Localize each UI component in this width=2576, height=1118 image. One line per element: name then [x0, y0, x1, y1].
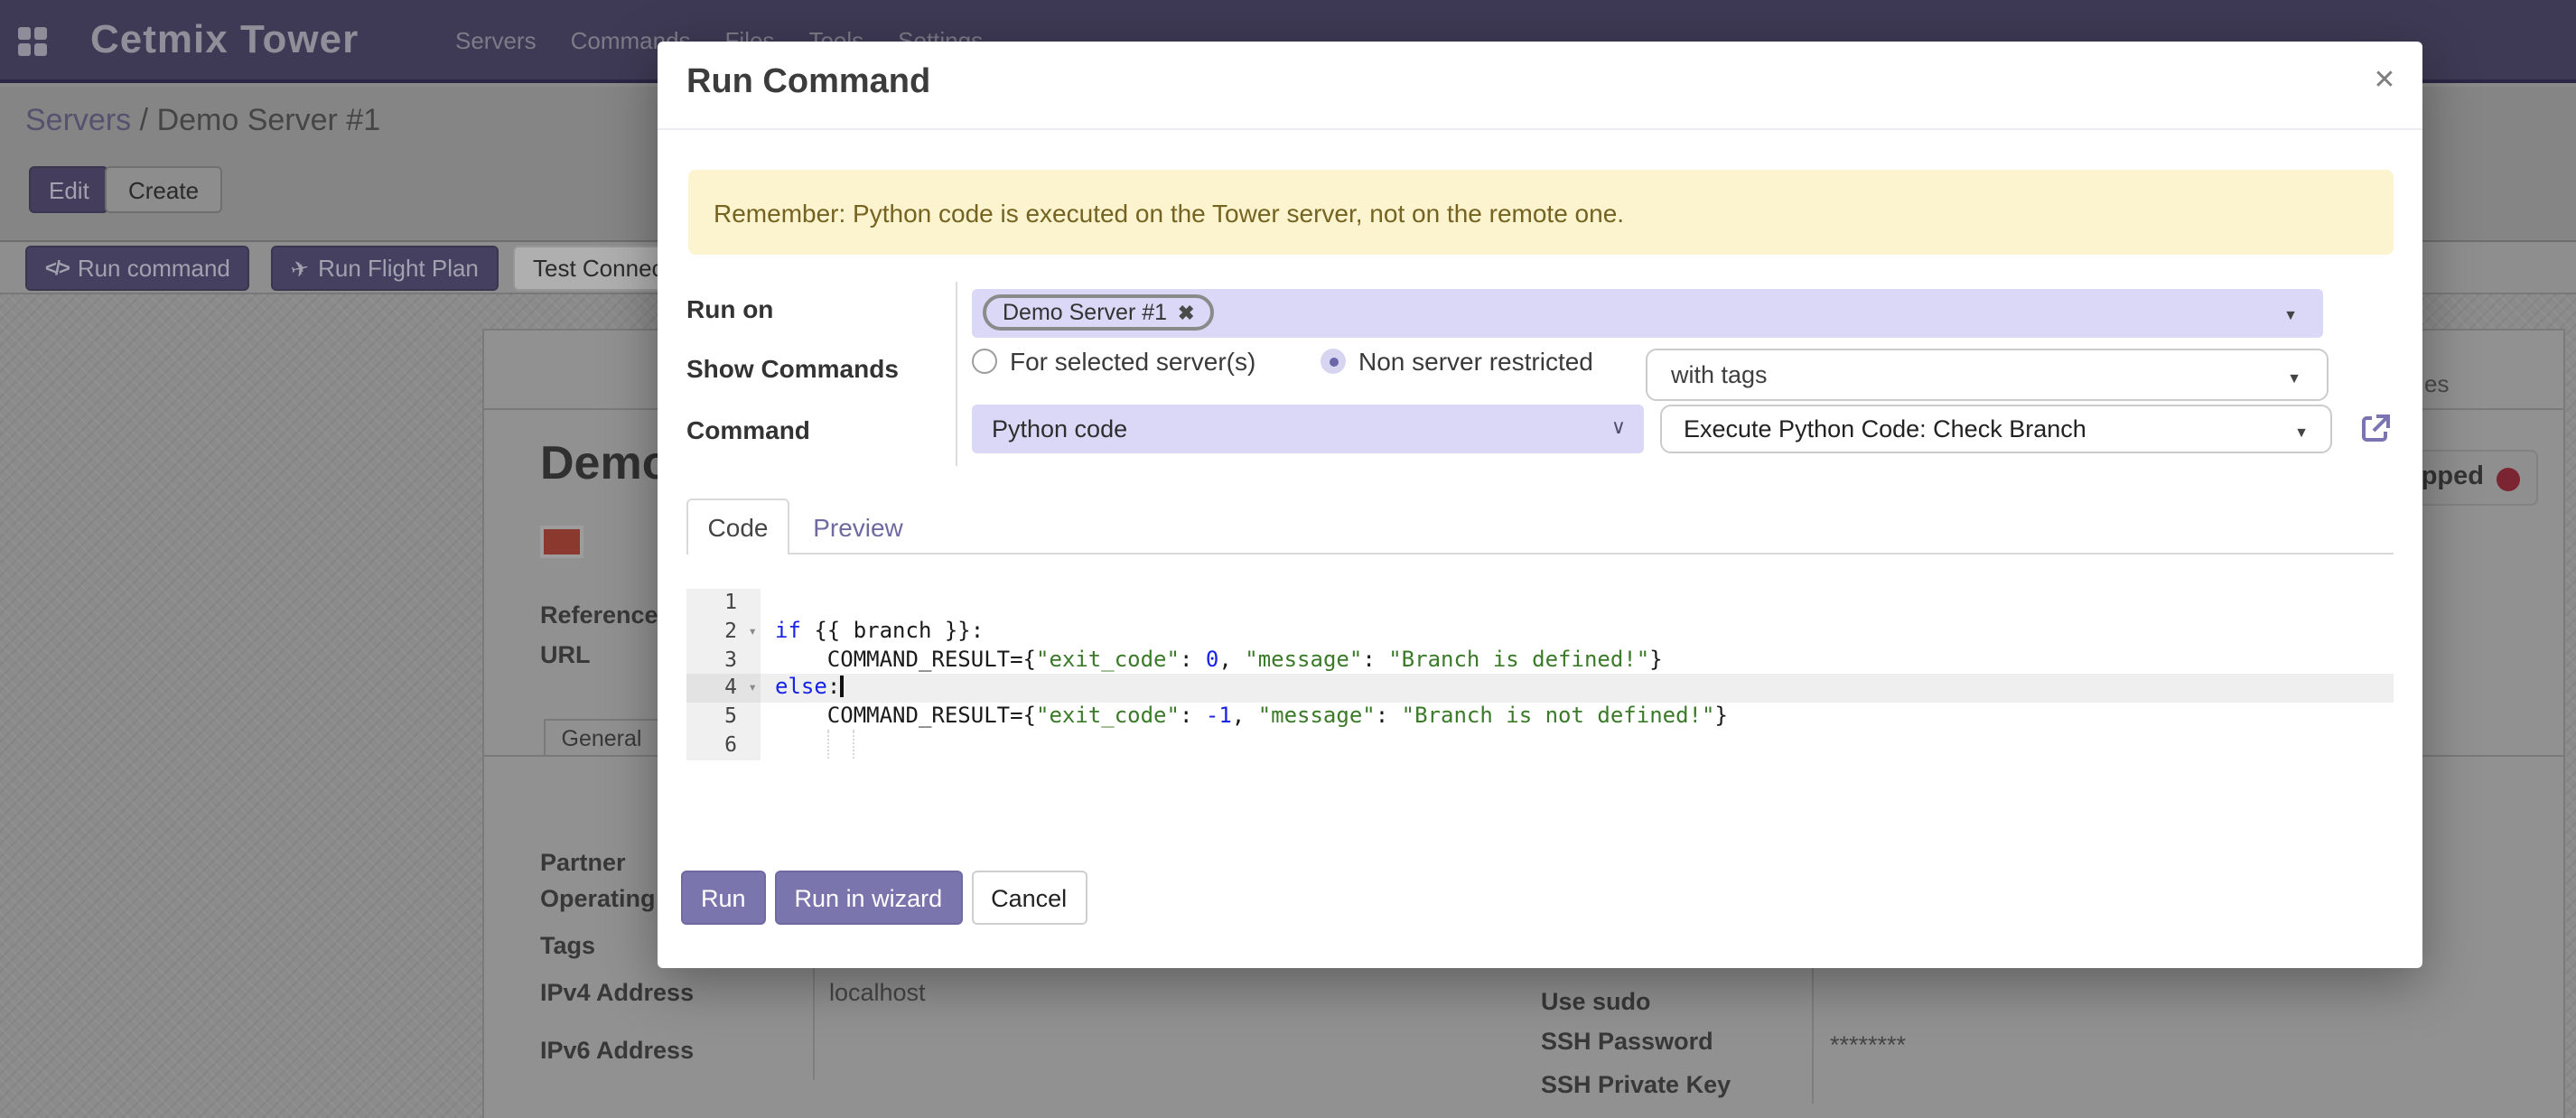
code-line[interactable]: 6 — [686, 731, 2394, 760]
breadcrumb-current: Demo Server #1 — [157, 103, 381, 137]
run-on-field[interactable]: Demo Server #1 ✖ ▼ — [972, 289, 2323, 338]
smart-button-fragment[interactable]: es — [2424, 370, 2449, 397]
command-type-select[interactable]: Python code ∨ — [972, 405, 1644, 453]
form-column-divider — [956, 282, 957, 466]
ssh-password-label: SSH Password — [1541, 1028, 1713, 1055]
ipv4-label: IPv4 Address — [540, 979, 694, 1006]
close-icon[interactable]: ✕ — [2366, 61, 2403, 98]
with-tags-caret-icon: ▼ — [2287, 370, 2301, 387]
edit-button[interactable]: Edit — [29, 166, 109, 213]
url-label: URL — [540, 641, 591, 668]
command-reference-select[interactable]: Execute Python Code: Check Branch ▼ — [1660, 405, 2332, 453]
tab-code[interactable]: Code — [686, 498, 789, 554]
breadcrumb-separator: / — [140, 103, 148, 137]
radio-on-icon — [1321, 349, 1346, 374]
tab-general[interactable]: General — [544, 719, 659, 757]
ipv4-value: localhost — [829, 979, 926, 1006]
text-cursor — [840, 676, 843, 698]
line-number: 5 — [686, 703, 761, 732]
line-number: 2▾ — [686, 618, 761, 647]
run-flight-plan-button[interactable]: ✈ Run Flight Plan — [271, 246, 499, 291]
code-line[interactable]: 3 COMMAND_RESULT={"exit_code": 0, "messa… — [686, 646, 2394, 675]
cancel-button[interactable]: Cancel — [971, 871, 1087, 925]
select-chevron-icon: ∨ — [1611, 415, 1626, 439]
radio-non-server-restricted[interactable]: Non server restricted — [1321, 347, 1593, 376]
with-tags-select[interactable]: with tags ▼ — [1646, 349, 2329, 401]
code-line-text: COMMAND_RESULT={"exit_code": 0, "message… — [761, 646, 2394, 675]
server-tag-pill[interactable]: Demo Server #1 ✖ — [983, 294, 1214, 331]
breadcrumb: Servers / Demo Server #1 — [25, 103, 380, 139]
code-editor[interactable]: 12▾if {{ branch }}:3 COMMAND_RESULT={"ex… — [686, 589, 2394, 760]
command-label: Command — [686, 415, 810, 444]
line-number: 1 — [686, 589, 761, 618]
plane-icon: ✈ — [288, 254, 312, 283]
code-line-text — [761, 731, 2394, 760]
run-on-dropdown-caret-icon[interactable]: ▼ — [2283, 307, 2298, 323]
server-color-swatch[interactable] — [540, 526, 583, 558]
line-number: 6 — [686, 731, 761, 760]
code-line-text: else: — [761, 675, 2394, 703]
radio-for-selected-servers[interactable]: For selected server(s) — [972, 347, 1255, 376]
python-warning-alert: Remember: Python code is executed on the… — [688, 170, 2394, 255]
code-line[interactable]: 1 — [686, 589, 2394, 618]
run-command-button[interactable]: </> Run command — [25, 246, 250, 291]
radio-off-icon — [972, 349, 997, 374]
partner-label: Partner — [540, 849, 626, 876]
line-number: 4▾ — [686, 675, 761, 703]
apps-grid-icon[interactable] — [18, 27, 47, 56]
code-line[interactable]: 4▾else: — [686, 675, 2394, 703]
fold-arrow-icon[interactable]: ▾ — [748, 675, 757, 703]
modal-header-divider — [658, 128, 2422, 130]
modal-title: Run Command — [686, 63, 930, 103]
code-icon: </> — [45, 257, 69, 279]
brand-logo[interactable]: Cetmix Tower — [90, 16, 359, 63]
server-tag-label: Demo Server #1 — [1003, 300, 1167, 325]
show-commands-label: Show Commands — [686, 354, 899, 383]
tag-remove-icon[interactable]: ✖ — [1178, 301, 1194, 324]
code-line[interactable]: 5 COMMAND_RESULT={"exit_code": -1, "mess… — [686, 703, 2394, 732]
run-in-wizard-button[interactable]: Run in wizard — [775, 871, 963, 925]
command-caret-icon: ▼ — [2294, 424, 2309, 441]
ipv6-label: IPv6 Address — [540, 1037, 694, 1064]
code-line-text: if {{ branch }}: — [761, 618, 2394, 647]
nav-item-servers[interactable]: Servers — [455, 26, 537, 53]
tags-label: Tags — [540, 932, 595, 959]
ssh-private-key-label: SSH Private Key — [1541, 1071, 1731, 1098]
app-root: Cetmix Tower Servers Commands Files Tool… — [0, 0, 2576, 1118]
run-button[interactable]: Run — [681, 871, 766, 925]
ssh-password-value: ******** — [1830, 1031, 1906, 1058]
run-on-label: Run on — [686, 294, 773, 323]
use-sudo-label: Use sudo — [1541, 988, 1651, 1015]
reference-label: Reference — [540, 601, 658, 629]
external-link-icon[interactable] — [2357, 410, 2394, 446]
run-command-modal: Run Command ✕ Remember: Python code is e… — [658, 42, 2422, 968]
fold-arrow-icon[interactable]: ▾ — [748, 618, 757, 647]
tab-preview[interactable]: Preview — [802, 498, 914, 554]
code-tabs-underline — [686, 553, 2394, 554]
breadcrumb-servers-link[interactable]: Servers — [25, 103, 131, 137]
create-button[interactable]: Create — [105, 166, 222, 213]
line-number: 3 — [686, 646, 761, 675]
modal-footer: Run Run in wizard Cancel — [681, 871, 1087, 925]
code-line[interactable]: 2▾if {{ branch }}: — [686, 618, 2394, 647]
code-line-text: COMMAND_RESULT={"exit_code": -1, "messag… — [761, 703, 2394, 732]
status-red-dot-icon — [2497, 468, 2520, 491]
code-line-text — [761, 589, 2394, 618]
